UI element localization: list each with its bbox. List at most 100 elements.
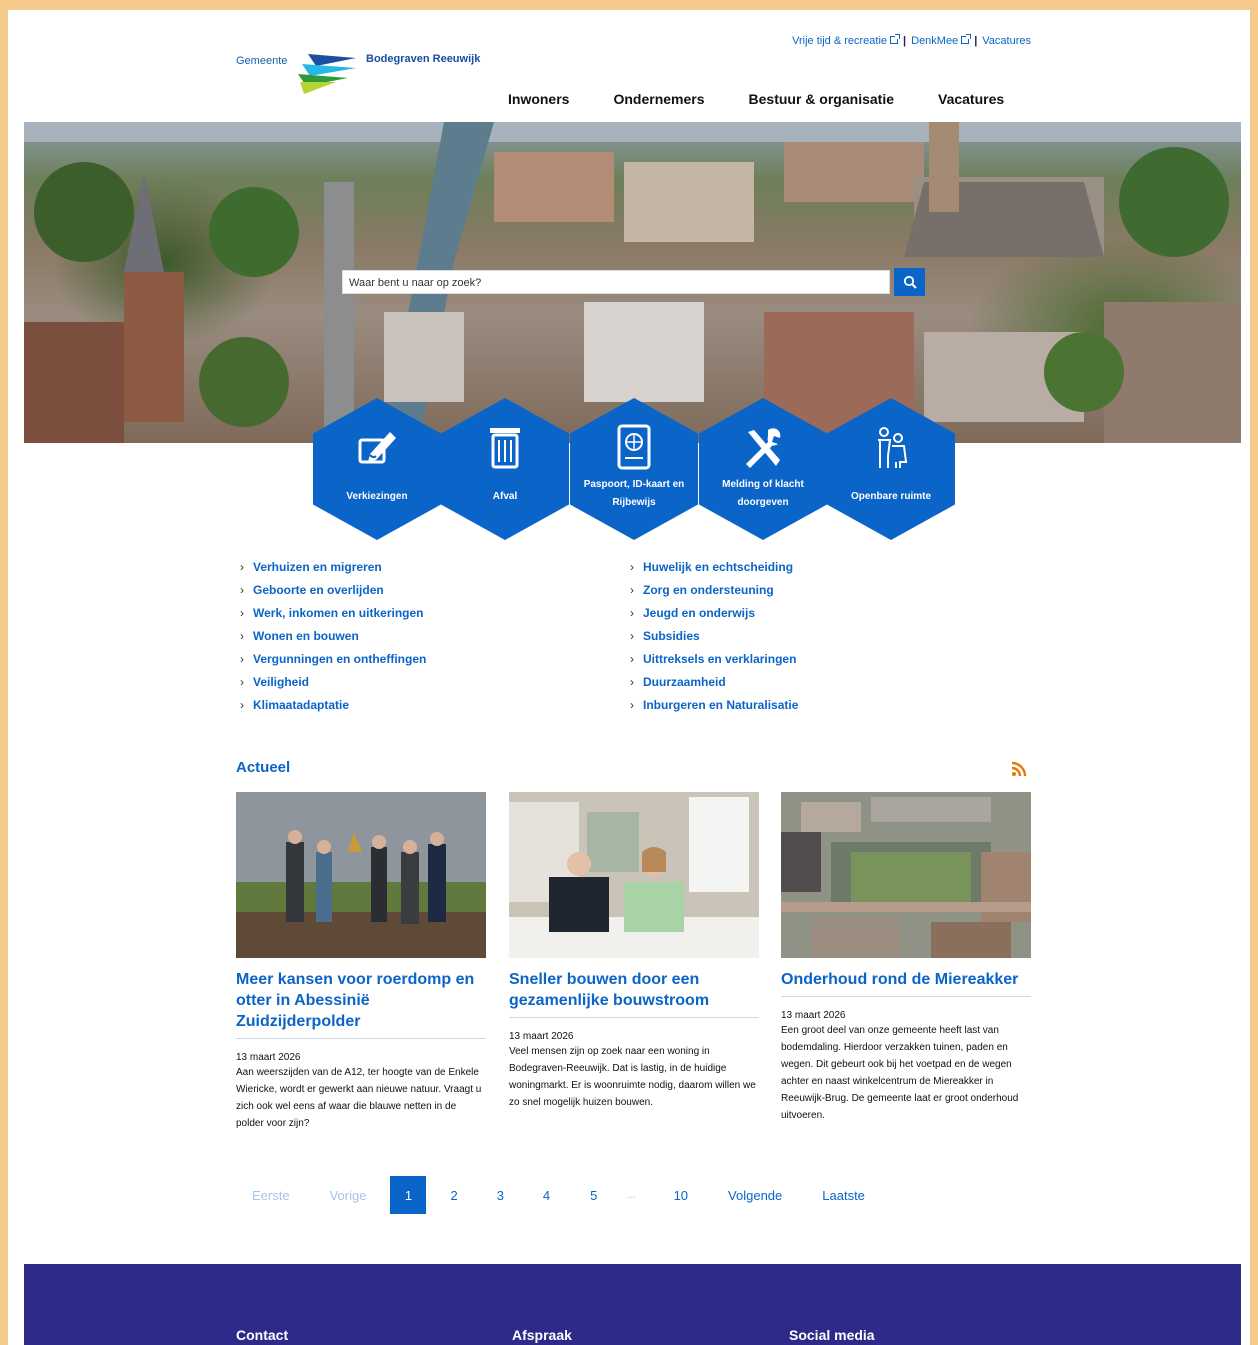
- hero-image: Waar bent u naar op zoek?: [24, 122, 1241, 443]
- footer-heading-afspraak: Afspraak: [512, 1327, 572, 1343]
- search-button[interactable]: [894, 268, 925, 296]
- pager-page[interactable]: 10: [674, 1188, 688, 1203]
- chevron-right-icon: ›: [240, 675, 244, 689]
- topic-link[interactable]: › Klimaatadaptatie: [236, 698, 426, 721]
- external-link-icon: [961, 34, 972, 44]
- news-image: [781, 792, 1031, 958]
- main-nav: Inwoners Ondernemers Bestuur & organisat…: [508, 91, 1004, 107]
- topic-link[interactable]: › Veiligheid: [236, 675, 426, 698]
- topic-link[interactable]: › Wonen en bouwen: [236, 629, 426, 652]
- pager-page-current[interactable]: 1: [390, 1176, 427, 1214]
- chevron-right-icon: ›: [630, 629, 634, 643]
- topic-link[interactable]: › Vergunningen en ontheffingen: [236, 652, 426, 675]
- news-image: [236, 792, 486, 958]
- chevron-right-icon: ›: [240, 698, 244, 712]
- chevron-right-icon: ›: [240, 560, 244, 574]
- search-input[interactable]: Waar bent u naar op zoek?: [342, 270, 890, 294]
- site-header: Gemeente Bodegraven Reeuwijk Vrije tijd …: [24, 24, 1241, 122]
- news-title[interactable]: Meer kansen voor roerdomp en otter in Ab…: [236, 969, 486, 1039]
- topic-link[interactable]: › Jeugd en onderwijs: [626, 606, 798, 629]
- rss-icon[interactable]: [1011, 761, 1027, 777]
- topic-link[interactable]: › Zorg en ondersteuning: [626, 583, 798, 606]
- external-link-icon: [890, 34, 901, 44]
- topic-link[interactable]: › Geboorte en overlijden: [236, 583, 426, 606]
- pager-page[interactable]: 2: [450, 1188, 457, 1203]
- top-links: Vrije tijd & recreatie | DenkMee | Vacatures: [792, 34, 1031, 47]
- pager-page[interactable]: 5: [590, 1188, 597, 1203]
- logo-name: Bodegraven Reeuwijk: [366, 53, 481, 65]
- pager-page[interactable]: 3: [497, 1188, 504, 1203]
- chevron-right-icon: ›: [630, 606, 634, 620]
- pager-ellipsis: ...: [626, 1189, 636, 1201]
- tile-label: Afval: [492, 491, 518, 502]
- topic-links-right: › Huwelijk en echtscheiding › Zorg en onde…: [626, 560, 798, 721]
- chevron-right-icon: ›: [630, 583, 634, 597]
- topic-links-left: › Verhuizen en migreren › Geboorte en over…: [236, 560, 426, 721]
- news-date: 13 maart 2026: [781, 1010, 846, 1021]
- news-image: [509, 792, 759, 958]
- chevron-right-icon: ›: [630, 652, 634, 666]
- toplink-vrije-tijd[interactable]: Vrije tijd & recreatie: [792, 35, 887, 47]
- ballot-pen-icon: [358, 432, 396, 464]
- news-summary: Veel mensen zijn op zoek naar een woning…: [509, 1046, 756, 1108]
- chevron-right-icon: ›: [240, 629, 244, 643]
- tile-openbare-ruimte[interactable]: Openbare ruimte: [827, 398, 955, 540]
- topic-link[interactable]: › Werk, inkomen en uitkeringen: [236, 606, 426, 629]
- site-logo[interactable]: Gemeente Bodegraven Reeuwijk: [236, 48, 496, 96]
- topic-link[interactable]: › Uittreksels en verklaringen: [626, 652, 798, 675]
- pager-last[interactable]: Laatste: [822, 1188, 865, 1203]
- tools-icon: [746, 428, 781, 468]
- tile-label: Paspoort, ID-kaart en Rijbewijs: [583, 479, 685, 508]
- news-summary: Aan weerszijden van de A12, ter hoogte v…: [236, 1067, 482, 1129]
- trash-bin-icon: [490, 428, 520, 469]
- pager-first[interactable]: Eerste: [252, 1188, 290, 1203]
- chevron-right-icon: ›: [630, 698, 634, 712]
- tile-label: Openbare ruimte: [850, 491, 932, 502]
- news-title[interactable]: Sneller bouwen door een gezamenlijke bou…: [509, 969, 759, 1018]
- tile-verkiezingen[interactable]: Verkiezingen: [313, 398, 441, 540]
- footer-heading-social: Social media: [789, 1327, 875, 1343]
- footer-heading-contact: Contact: [236, 1327, 289, 1343]
- chevron-right-icon: ›: [240, 652, 244, 666]
- news-summary: Een groot deel van onze gemeente heeft l…: [781, 1025, 1019, 1121]
- pager-page[interactable]: 4: [543, 1188, 550, 1203]
- tile-afval[interactable]: Afval: [441, 398, 569, 540]
- nav-vacatures[interactable]: Vacatures: [938, 91, 1004, 107]
- chevron-right-icon: ›: [240, 606, 244, 620]
- logo-mark-icon: [298, 54, 356, 94]
- tile-paspoort[interactable]: Paspoort, ID-kaart en Rijbewijs: [570, 398, 698, 540]
- chevron-right-icon: ›: [630, 560, 634, 574]
- nav-ondernemers[interactable]: Ondernemers: [613, 91, 704, 107]
- news-card[interactable]: Onderhoud rond de Miereakker 13 maart 20…: [781, 792, 1031, 1124]
- search-icon: [903, 275, 917, 289]
- site-footer: Contact Afspraak Social media: [24, 1264, 1241, 1345]
- chevron-right-icon: ›: [240, 583, 244, 597]
- news-section-title: Actueel: [236, 759, 291, 776]
- pager-previous[interactable]: Vorige: [330, 1188, 367, 1203]
- topic-link[interactable]: › Subsidies: [626, 629, 798, 652]
- page: Gemeente Bodegraven Reeuwijk Vrije tijd …: [24, 24, 1241, 1345]
- topic-link[interactable]: › Huwelijk en echtscheiding: [626, 560, 798, 583]
- tile-label: Melding of klacht doorgeven: [722, 479, 804, 508]
- pager-next[interactable]: Volgende: [728, 1188, 782, 1203]
- news-title[interactable]: Onderhoud rond de Miereakker: [781, 969, 1031, 997]
- toplink-denkmee[interactable]: DenkMee: [911, 35, 958, 47]
- nav-inwoners[interactable]: Inwoners: [508, 91, 569, 107]
- chevron-right-icon: ›: [630, 675, 634, 689]
- news-date: 13 maart 2026: [236, 1052, 301, 1063]
- news-card[interactable]: Sneller bouwen door een gezamenlijke bou…: [509, 792, 759, 1111]
- tile-melding[interactable]: Melding of klacht doorgeven: [699, 398, 827, 540]
- topic-link[interactable]: › Inburgeren en Naturalisatie: [626, 698, 798, 721]
- news-card[interactable]: Meer kansen voor roerdomp en otter in Ab…: [236, 792, 486, 1132]
- toplink-vacatures[interactable]: Vacatures: [982, 35, 1031, 47]
- topic-link[interactable]: › Verhuizen en migreren: [236, 560, 426, 583]
- nav-bestuur[interactable]: Bestuur & organisatie: [749, 91, 894, 107]
- people-icon: [878, 427, 908, 468]
- topic-link[interactable]: › Duurzaamheid: [626, 675, 798, 698]
- passport-icon: [617, 424, 651, 470]
- quick-tiles: Verkiezingen Afval Paspoort, ID-kaart en…: [313, 398, 957, 540]
- news-date: 13 maart 2026: [509, 1031, 574, 1042]
- logo-prefix: Gemeente: [236, 55, 288, 67]
- pagination: Eerste Vorige 1 2 3 4 5 ... 10 Volgende …: [236, 1176, 865, 1214]
- tile-label: Verkiezingen: [346, 491, 408, 502]
